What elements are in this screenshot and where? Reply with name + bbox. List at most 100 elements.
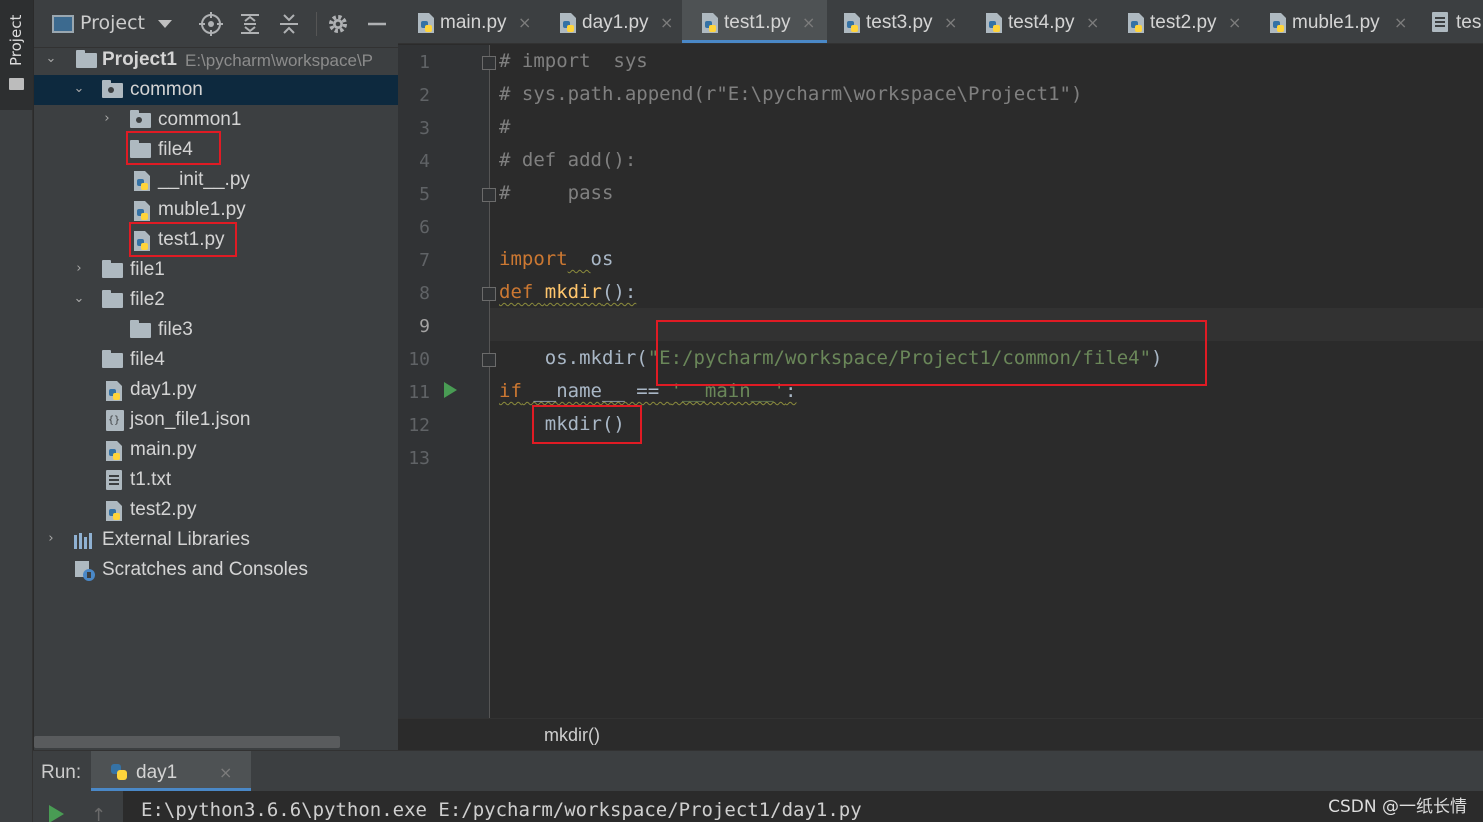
code-line[interactable]: # def add():: [499, 149, 636, 171]
tree-item-common[interactable]: ⌄ common: [34, 75, 398, 105]
close-icon[interactable]: ×: [1228, 13, 1241, 32]
folder-icon: [102, 290, 123, 308]
close-icon[interactable]: ×: [944, 13, 957, 32]
tab-test1-py[interactable]: test1.py ×: [682, 0, 827, 43]
highlight-box-mkdir-call: [532, 405, 642, 444]
fold-marker-icon[interactable]: [482, 353, 496, 367]
run-console[interactable]: E:\python3.6.6\python.exe E:/pycharm/wor…: [123, 791, 1483, 822]
tree-item-project1[interactable]: ⌄ Project1 E:\pycharm\workspace\P: [34, 45, 398, 75]
tree-item-init-py[interactable]: __init__.py: [34, 165, 398, 195]
highlight-box-test1: [129, 222, 237, 257]
code-line[interactable]: def mkdir():: [499, 281, 636, 303]
chevron-down-icon[interactable]: ⌄: [72, 292, 86, 306]
hide-panel-icon[interactable]: [365, 12, 389, 36]
line-number: 12: [408, 415, 430, 436]
line-number: 5: [419, 184, 430, 205]
python-run-icon: [111, 764, 127, 780]
breadcrumb-item[interactable]: mkdir(): [544, 725, 600, 746]
python-file-icon: [560, 13, 576, 33]
close-icon[interactable]: ×: [1394, 13, 1407, 32]
tab-label: tes: [1456, 12, 1482, 33]
tree-item-test2-py[interactable]: test2.py: [34, 495, 398, 525]
code-line[interactable]: #: [499, 116, 510, 138]
tree-item-label: json_file1.json: [130, 409, 251, 430]
code-line[interactable]: # pass: [499, 182, 613, 204]
run-tab-day1[interactable]: day1 ×: [91, 751, 251, 791]
tab-muble1-py[interactable]: muble1.py ×: [1250, 0, 1415, 43]
text-file-icon: [106, 470, 122, 490]
tree-item-label: file2: [130, 289, 165, 310]
chevron-right-icon[interactable]: ›: [100, 112, 114, 126]
tab-day1-py[interactable]: day1.py ×: [540, 0, 680, 43]
close-icon[interactable]: ×: [1086, 13, 1099, 32]
tab-test4-py[interactable]: test4.py ×: [966, 0, 1106, 43]
code-token: # sys.path.append(r"E:\pycharm\workspace…: [499, 83, 1083, 105]
code-line[interactable]: # import sys: [499, 50, 648, 72]
tab-label: day1.py: [582, 12, 649, 33]
tab-label: test1.py: [724, 12, 791, 33]
code-token: mkdir: [544, 281, 602, 303]
line-number: 2: [419, 85, 430, 106]
code-line[interactable]: import os: [499, 248, 613, 270]
fold-marker-icon[interactable]: [482, 188, 496, 202]
tab-test2-py[interactable]: test2.py ×: [1108, 0, 1248, 43]
package-icon: [102, 80, 123, 98]
close-icon[interactable]: ×: [518, 13, 531, 32]
project-tool-tab[interactable]: Project: [0, 0, 33, 110]
folder-icon: [130, 320, 151, 338]
highlight-box-file4: [126, 131, 221, 165]
locate-file-icon[interactable]: [199, 12, 223, 36]
fold-marker-icon[interactable]: [482, 287, 496, 301]
watermark: CSDN @一纸长情: [1328, 797, 1467, 817]
close-icon[interactable]: ×: [219, 763, 232, 782]
chevron-down-icon[interactable]: ⌄: [44, 52, 58, 66]
project-view-icon: [52, 15, 74, 33]
tree-item-label: External Libraries: [102, 529, 250, 550]
tree-item-file2[interactable]: ⌄ file2: [34, 285, 398, 315]
chevron-down-icon[interactable]: [158, 20, 172, 28]
python-file-icon: [1128, 13, 1144, 33]
tab-overflow[interactable]: tes: [1416, 0, 1483, 43]
tree-item-label: file1: [130, 259, 165, 280]
close-icon[interactable]: ×: [660, 13, 673, 32]
collapse-all-icon[interactable]: [277, 12, 301, 36]
horizontal-scrollbar[interactable]: [34, 736, 340, 748]
code-token: ():: [601, 281, 637, 303]
close-icon[interactable]: ×: [802, 13, 815, 32]
chevron-right-icon[interactable]: ›: [44, 532, 58, 546]
tree-item-muble1-py[interactable]: muble1.py: [34, 195, 398, 225]
expand-all-icon[interactable]: [238, 12, 262, 36]
project-view-selector[interactable]: Project: [80, 12, 145, 34]
json-file-icon: [106, 410, 124, 431]
line-number: 1: [419, 52, 430, 73]
highlight-box-mkdir-path: [656, 320, 1207, 386]
tab-label: test4.py: [1008, 12, 1075, 33]
tree-item-scratches[interactable]: Scratches and Consoles: [34, 555, 398, 585]
chevron-right-icon[interactable]: ›: [72, 262, 86, 276]
tree-item-external-libraries[interactable]: › External Libraries: [34, 525, 398, 555]
tree-item-file1[interactable]: › file1: [34, 255, 398, 285]
package-icon: [130, 110, 151, 128]
tree-item-file3[interactable]: file3: [34, 315, 398, 345]
code-line[interactable]: # sys.path.append(r"E:\pycharm\workspace…: [499, 83, 1082, 105]
tab-main-py[interactable]: main.py ×: [398, 0, 538, 43]
tree-item-main-py[interactable]: main.py: [34, 435, 398, 465]
tree-item-t1-txt[interactable]: t1.txt: [34, 465, 398, 495]
gear-icon[interactable]: [326, 12, 350, 36]
code-token: import: [499, 248, 568, 270]
tree-item-json-file1[interactable]: json_file1.json: [34, 405, 398, 435]
tree-item-day1-py[interactable]: day1.py: [34, 375, 398, 405]
tree-item-file4[interactable]: file4: [34, 345, 398, 375]
tab-label: test2.py: [1150, 12, 1217, 33]
tab-test3-py[interactable]: test3.py ×: [824, 0, 964, 43]
run-gutter-icon[interactable]: [444, 382, 457, 398]
scratches-icon: [75, 561, 95, 581]
chevron-down-icon[interactable]: ⌄: [72, 82, 86, 96]
tab-label: main.py: [440, 12, 507, 33]
arrow-up-icon[interactable]: ↑: [91, 805, 106, 822]
tree-item-label: file3: [158, 319, 193, 340]
toolbar-separator: [316, 12, 317, 36]
file-icon: [1432, 12, 1448, 32]
run-play-icon[interactable]: [49, 805, 64, 822]
fold-marker-icon[interactable]: [482, 56, 496, 70]
